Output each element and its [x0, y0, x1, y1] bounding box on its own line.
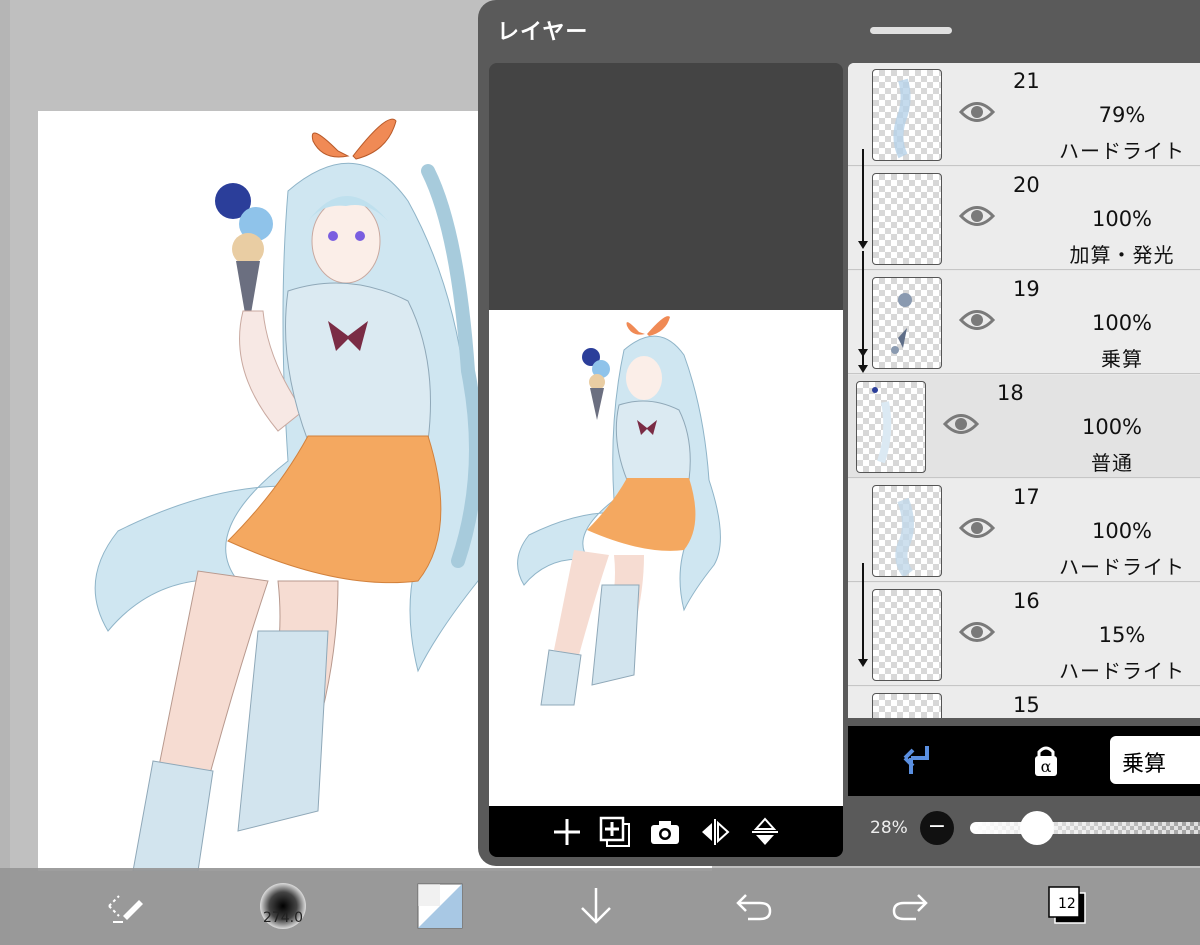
color-swatch-icon[interactable]	[412, 878, 468, 934]
layer-number: 19	[1013, 277, 1040, 301]
layer-row-19[interactable]: 19 100% 乗算	[848, 271, 1200, 374]
layer-number: 20	[1013, 173, 1040, 197]
svg-text:α: α	[1041, 757, 1052, 776]
layer-thumbnail	[872, 277, 942, 369]
flip-vertical-icon[interactable]	[747, 814, 783, 850]
bottom-toolbar: 274.0 12	[0, 868, 1200, 945]
clipping-arrow-icon	[858, 241, 868, 249]
clipping-indicator	[862, 251, 864, 349]
visibility-eye-icon[interactable]	[959, 305, 995, 335]
layers-button[interactable]: 12	[1040, 878, 1096, 934]
visibility-eye-icon[interactable]	[959, 617, 995, 647]
opacity-value: 28%	[870, 818, 908, 838]
workspace-top-band	[0, 0, 480, 100]
layer-number: 18	[997, 381, 1024, 405]
opacity-control: 28% −	[848, 800, 1200, 858]
flip-horizontal-icon[interactable]	[697, 814, 733, 850]
panel-title: レイヤー	[497, 20, 589, 45]
visibility-eye-icon[interactable]	[943, 409, 979, 439]
add-layer-icon[interactable]	[549, 814, 585, 850]
camera-icon[interactable]	[647, 814, 683, 850]
preview-illustration	[517, 316, 721, 706]
workspace-left-edge	[0, 0, 10, 945]
opacity-slider-knob[interactable]	[1020, 811, 1055, 845]
layer-thumbnail	[872, 589, 942, 681]
visibility-eye-icon[interactable]	[959, 97, 995, 127]
clipping-button[interactable]	[896, 741, 936, 781]
layer-thumbnail	[872, 693, 942, 718]
layer-number: 16	[1013, 589, 1040, 613]
layer-thumbnail	[872, 485, 942, 577]
layer-blend-mode: 普通	[1091, 451, 1133, 475]
layer-controls: α 乗算	[848, 726, 1200, 796]
blend-mode-select[interactable]: 乗算	[1110, 736, 1200, 784]
layer-row-18[interactable]: 18 100% 普通	[848, 375, 1200, 478]
transform-tool-icon[interactable]	[97, 878, 153, 934]
download-icon[interactable]	[568, 878, 624, 934]
layer-row-15[interactable]: 15	[848, 687, 1200, 718]
clipping-arrow-icon	[858, 365, 868, 373]
layer-blend-mode: ハードライト	[1059, 139, 1185, 163]
layer-blend-mode: 乗算	[1101, 347, 1143, 371]
alpha-lock-button[interactable]: α	[1026, 741, 1066, 781]
layer-thumbnail	[856, 381, 926, 473]
layer-row-17[interactable]: 17 100% ハードライト	[848, 479, 1200, 582]
layers-count: 12	[1058, 896, 1076, 912]
layer-blend-mode: ハードライト	[1059, 659, 1185, 683]
layer-thumbnail	[872, 173, 942, 265]
layer-blend-mode: 加算・発光	[1069, 243, 1175, 267]
lock-alpha-icon: α	[1035, 746, 1057, 776]
layer-opacity: 100%	[1091, 519, 1153, 543]
layer-thumbnail	[872, 69, 942, 161]
layer-opacity: 100%	[1091, 311, 1153, 335]
layer-opacity: 15%	[1098, 623, 1146, 647]
layer-preview	[489, 63, 843, 857]
panel-drag-handle[interactable]	[870, 27, 952, 34]
opacity-slider-track[interactable]	[970, 822, 1200, 834]
layer-number: 17	[1013, 485, 1040, 509]
layer-number: 21	[1013, 69, 1040, 93]
duplicate-layer-icon[interactable]	[597, 814, 633, 850]
layer-number: 15	[1013, 693, 1040, 717]
layer-opacity: 79%	[1098, 103, 1146, 127]
undo-icon[interactable]	[726, 878, 782, 934]
opacity-decrease-button[interactable]: −	[920, 811, 954, 845]
layer-opacity: 100%	[1081, 415, 1143, 439]
preview-toolbar	[489, 806, 843, 857]
redo-icon[interactable]	[882, 878, 938, 934]
layer-blend-mode: ハードライト	[1059, 555, 1185, 579]
layer-row-16[interactable]: 16 15% ハードライト	[848, 583, 1200, 686]
visibility-eye-icon[interactable]	[959, 513, 995, 543]
clipping-indicator	[862, 149, 864, 241]
visibility-eye-icon[interactable]	[959, 201, 995, 231]
layer-row-21[interactable]: 21 79% ハードライト	[848, 63, 1200, 166]
brush-size-button[interactable]: 274.0	[255, 878, 311, 934]
clipping-indicator	[862, 563, 864, 659]
layer-opacity: 100%	[1091, 207, 1153, 231]
preview-image	[489, 310, 843, 806]
brush-size-label: 274.0	[262, 910, 304, 926]
layer-list: 21 79% ハードライト 20 100% 加算・発光 19 100% 乗算 1…	[848, 63, 1200, 718]
clipping-arrow-icon	[903, 746, 929, 774]
layer-row-20[interactable]: 20 100% 加算・発光	[848, 167, 1200, 270]
clipping-arrow-icon	[858, 659, 868, 667]
